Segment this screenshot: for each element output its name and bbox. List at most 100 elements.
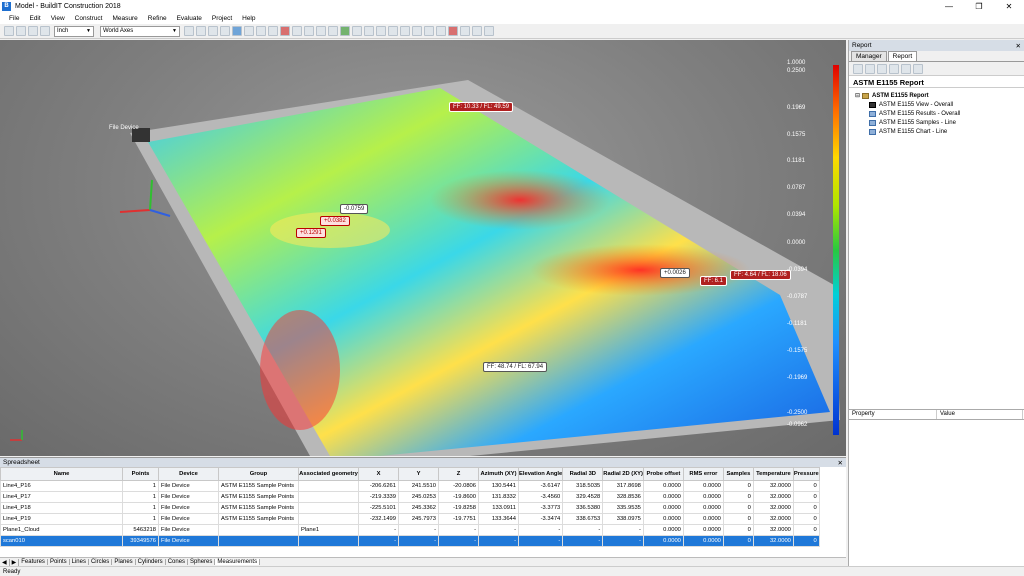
table-cell[interactable]: - [562, 535, 604, 547]
table-cell[interactable]: 0.0000 [642, 524, 684, 536]
table-cell[interactable]: 1 [122, 480, 159, 492]
table-cell[interactable]: Line4_P17 [0, 491, 123, 503]
table-cell[interactable] [298, 513, 359, 525]
tab-planes[interactable]: Planes [112, 559, 136, 565]
render-icon[interactable] [436, 26, 446, 36]
measure-icon[interactable] [340, 26, 350, 36]
tab-report[interactable]: Report [887, 51, 918, 61]
tab-manager[interactable]: Manager [851, 51, 887, 61]
table-cell[interactable]: 0 [792, 480, 820, 492]
table-cell[interactable]: File Device [158, 491, 219, 503]
table-cell[interactable]: -232.1499 [358, 513, 399, 525]
table-cell[interactable]: ASTM E1155 Sample Points [218, 491, 299, 503]
table-row[interactable]: Plane1_Cloud 5463218 File Device Plane1- - - -… [0, 524, 820, 536]
minimize-button[interactable]: — [934, 2, 964, 11]
table-cell[interactable]: Line4_P19 [0, 513, 123, 525]
table-cell[interactable]: ASTM E1155 Sample Points [218, 513, 299, 525]
tree-item[interactable]: ⊟ ASTM E1155 Report [855, 91, 1018, 100]
table-cell[interactable]: 0.0000 [642, 535, 684, 547]
label-icon[interactable] [388, 26, 398, 36]
table-row[interactable]: Line4_P18 1 File Device ASTM E1155 Sample P… [0, 502, 820, 514]
column-header[interactable]: RMS error [682, 467, 724, 481]
add-table-icon[interactable] [877, 63, 887, 74]
tab-spheres[interactable]: Spheres [188, 559, 216, 565]
settings-icon[interactable] [412, 26, 422, 36]
table-row[interactable]: Line4_P16 1 File Device ASTM E1155 Sample P… [0, 480, 820, 492]
maximize-button[interactable]: ❐ [964, 2, 994, 11]
table-row[interactable]: scan010 39349576 File Device - - - - - - -0.0000 0… [0, 535, 820, 547]
scroll-right-icon[interactable]: ▶ [10, 558, 20, 566]
table-cell[interactable]: 5463218 [122, 524, 159, 536]
table-cell[interactable]: 131.8332 [478, 491, 519, 503]
table-cell[interactable]: 0 [722, 535, 754, 547]
plane-icon[interactable] [328, 26, 338, 36]
menu-item-help[interactable]: Help [237, 15, 260, 22]
table-cell[interactable]: -206.6261 [358, 480, 399, 492]
column-header[interactable]: Name [0, 467, 123, 481]
3d-viewport[interactable]: File Device FF: 10.33 / FL: 49.59 FF: 4.… [0, 40, 846, 456]
table-cell[interactable]: 241.5510 [398, 480, 439, 492]
panel-close-icon[interactable]: ✕ [1016, 42, 1024, 50]
tab-cones[interactable]: Cones [166, 559, 189, 565]
table-row[interactable]: Line4_P19 1 File Device ASTM E1155 Sample P… [0, 513, 820, 525]
column-header[interactable]: Y [398, 467, 439, 481]
table-cell[interactable]: 32.0000 [752, 513, 794, 525]
add-chart-icon[interactable] [889, 63, 899, 74]
tree-item[interactable]: ASTM E1155 View - Overall [855, 100, 1018, 109]
select-icon[interactable] [184, 26, 194, 36]
table-cell[interactable] [298, 535, 359, 547]
new-file-icon[interactable] [4, 26, 14, 36]
sample-value-label[interactable]: -0.0759 [340, 204, 369, 214]
zoom-icon[interactable] [196, 26, 206, 36]
table-cell[interactable]: 0 [722, 491, 754, 503]
point-cloud-icon[interactable] [304, 26, 314, 36]
filter-icon[interactable] [352, 26, 362, 36]
table-cell[interactable]: Plane1_Cloud [0, 524, 123, 536]
tab-measurements[interactable]: Measurements [215, 559, 261, 565]
table-cell[interactable]: 32.0000 [752, 535, 794, 547]
column-header[interactable]: Radial 2D (XY) [602, 467, 644, 481]
table-cell[interactable]: 0 [792, 491, 820, 503]
table-cell[interactable]: 32.0000 [752, 502, 794, 514]
table-cell[interactable]: 245.3362 [398, 502, 439, 514]
table-cell[interactable]: 338.0975 [602, 513, 644, 525]
table-cell[interactable]: ASTM E1155 Sample Points [218, 502, 299, 514]
table-cell[interactable]: - [358, 524, 399, 536]
table-cell[interactable]: 0 [722, 524, 754, 536]
close-button[interactable]: ✕ [994, 2, 1024, 11]
table-cell[interactable] [298, 491, 359, 503]
table-cell[interactable]: 245.7973 [398, 513, 439, 525]
section-icon[interactable] [292, 26, 302, 36]
fit-view-icon[interactable] [244, 26, 254, 36]
table-cell[interactable]: -3.4560 [517, 491, 564, 503]
measurement-label[interactable]: FF: 6.1 [700, 276, 728, 286]
table-cell[interactable]: 0.0000 [682, 502, 724, 514]
table-cell[interactable]: 32.0000 [752, 480, 794, 492]
open-file-icon[interactable] [16, 26, 26, 36]
table-cell[interactable]: 0.0000 [682, 491, 724, 503]
tab-points[interactable]: Points [48, 559, 70, 565]
measurement-label[interactable]: FF: 10.33 / FL: 49.59 [449, 102, 514, 112]
table-cell[interactable]: - [478, 524, 519, 536]
menu-item-evaluate[interactable]: Evaluate [172, 15, 207, 22]
table-cell[interactable]: 0 [722, 502, 754, 514]
tree-item[interactable]: ASTM E1155 Samples - Line [855, 118, 1018, 127]
panel-close-icon[interactable]: ✕ [838, 459, 846, 467]
column-header[interactable]: Pressure [792, 467, 820, 481]
run-report-icon[interactable] [913, 63, 923, 74]
scroll-left-icon[interactable]: ◀ [0, 558, 10, 566]
table-cell[interactable]: 338.6753 [562, 513, 604, 525]
table-cell[interactable]: 0.0000 [682, 480, 724, 492]
layer-icon[interactable] [376, 26, 386, 36]
export-icon[interactable] [460, 26, 470, 36]
column-header[interactable]: Azimuth (XY) [478, 467, 519, 481]
table-cell[interactable]: 1 [122, 491, 159, 503]
table-cell[interactable]: 1 [122, 513, 159, 525]
table-cell[interactable]: - [517, 535, 564, 547]
table-cell[interactable]: File Device [158, 480, 219, 492]
menu-item-edit[interactable]: Edit [24, 15, 45, 22]
table-cell[interactable]: - [358, 535, 399, 547]
tab-features[interactable]: Features [19, 559, 48, 565]
column-header[interactable]: Elevation Angle [517, 467, 564, 481]
table-cell[interactable]: 0 [792, 513, 820, 525]
